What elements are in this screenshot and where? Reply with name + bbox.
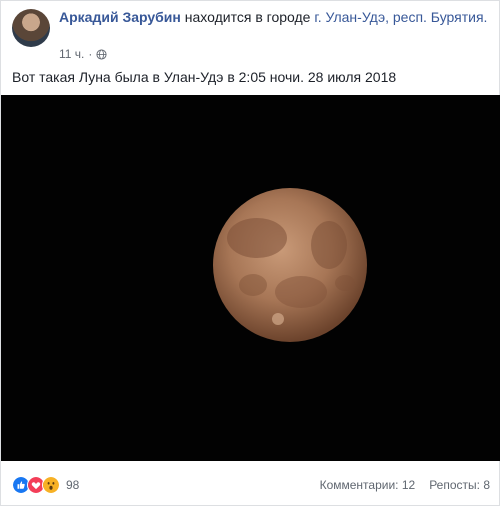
post-header: Аркадий Зарубин находится в городе г. Ул… — [59, 8, 489, 27]
comments-count[interactable]: Комментарии: 12 — [320, 478, 416, 492]
reactions-bar: 98 Комментарии: 12 Репосты: 8 — [12, 475, 490, 495]
shares-count[interactable]: Репосты: 8 — [429, 478, 490, 492]
engagement-counts: Комментарии: 12 Репосты: 8 — [320, 478, 490, 492]
post-time[interactable]: 11 ч. — [59, 47, 84, 61]
reaction-icons[interactable] — [12, 476, 60, 494]
post-card: Аркадий Зарубин находится в городе г. Ул… — [0, 0, 500, 506]
post-photo[interactable] — [1, 95, 500, 461]
globe-icon[interactable] — [96, 48, 107, 60]
moon-image — [1, 95, 500, 461]
location-prefix: находится в городе — [184, 9, 311, 25]
wow-icon — [42, 476, 60, 494]
avatar[interactable] — [12, 9, 50, 47]
post-caption: Вот такая Луна была в Улан-Удэ в 2:05 но… — [12, 69, 397, 85]
reaction-count[interactable]: 98 — [66, 478, 79, 492]
location-link[interactable]: г. Улан-Удэ, респ. Бурятия. — [314, 9, 487, 25]
post-meta: 11 ч. · — [59, 47, 107, 61]
author-name[interactable]: Аркадий Зарубин — [59, 9, 181, 25]
